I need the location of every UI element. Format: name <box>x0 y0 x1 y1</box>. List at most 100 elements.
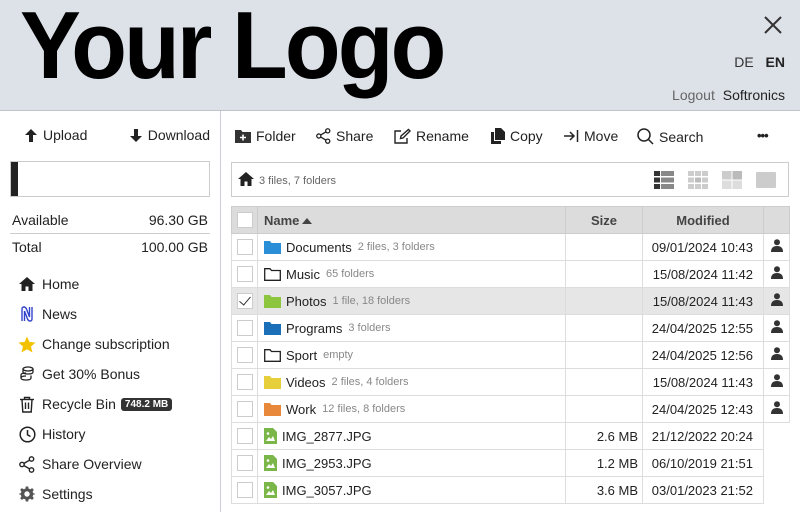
sidebar-item-subscription[interactable]: Change subscription <box>18 329 172 359</box>
row-checkbox[interactable] <box>236 401 253 417</box>
file-name[interactable]: Music <box>286 267 320 282</box>
table-row[interactable]: Programs 3 folders 24/04/2025 12:55 <box>231 314 790 342</box>
file-name[interactable]: Photos <box>286 294 326 309</box>
table-row[interactable]: IMG_2953.JPG 1.2 MB 06/10/2019 21:51 <box>231 449 790 477</box>
move-button[interactable]: Move <box>563 128 618 144</box>
breadcrumb: 3 files, 7 folders <box>231 162 789 197</box>
row-checkbox[interactable] <box>236 374 253 390</box>
row-select-cell <box>231 341 258 369</box>
row-checkbox[interactable] <box>236 482 253 498</box>
view-large-tiles-button[interactable] <box>720 170 744 190</box>
file-name[interactable]: Documents <box>286 240 352 255</box>
row-name-cell[interactable]: IMG_3057.JPG <box>257 476 566 504</box>
sidebar-item-home[interactable]: Home <box>18 269 172 299</box>
row-owner-cell[interactable] <box>763 233 790 261</box>
row-name-cell[interactable]: IMG_2953.JPG <box>257 449 566 477</box>
search-icon <box>637 128 654 145</box>
sidebar-item-news[interactable]: News <box>18 299 172 329</box>
table-row[interactable]: Sport empty 24/04/2025 12:56 <box>231 341 790 369</box>
file-modified: 24/04/2025 12:56 <box>651 347 753 363</box>
language-de[interactable]: DE <box>734 54 753 70</box>
sidebar-item-bonus[interactable]: Get 30% Bonus <box>18 359 172 389</box>
file-name[interactable]: IMG_3057.JPG <box>282 483 372 498</box>
row-checkbox[interactable] <box>236 347 253 363</box>
available-stat: Available 96.30 GB <box>12 212 208 228</box>
sidebar-item-recycle-bin[interactable]: Recycle Bin 748.2 MB <box>18 389 173 419</box>
file-name[interactable]: IMG_2953.JPG <box>282 456 372 471</box>
table-row[interactable]: IMG_3057.JPG 3.6 MB 03/01/2023 21:52 <box>231 476 790 504</box>
row-size-cell <box>565 395 643 423</box>
row-name-cell[interactable]: Photos 1 file, 18 folders <box>257 287 566 315</box>
view-details-button[interactable] <box>652 170 676 190</box>
search-label: Search <box>659 128 704 145</box>
row-owner-cell[interactable] <box>763 395 790 423</box>
user-area: Logout Softronics <box>672 87 785 103</box>
row-owner-cell[interactable] <box>763 368 790 396</box>
column-name-header[interactable]: Name <box>257 206 566 234</box>
row-name-cell[interactable]: Documents 2 files, 3 folders <box>257 233 566 261</box>
table-row[interactable]: IMG_2877.JPG 2.6 MB 21/12/2022 20:24 <box>231 422 790 450</box>
row-name-cell[interactable]: IMG_2877.JPG <box>257 422 566 450</box>
clock-icon <box>18 425 36 443</box>
close-button[interactable] <box>762 14 784 36</box>
logo[interactable]: Your Logo <box>20 0 446 94</box>
share-button[interactable]: Share <box>316 128 373 144</box>
table-row[interactable]: Documents 2 files, 3 folders 09/01/2024 10… <box>231 233 790 261</box>
column-modified-header[interactable]: Modified <box>642 206 764 234</box>
owner-icon <box>770 401 783 414</box>
row-name-cell[interactable]: Videos 2 files, 4 folders <box>257 368 566 396</box>
search-button[interactable]: Search <box>637 128 703 145</box>
row-checkbox[interactable] <box>236 239 253 255</box>
sidebar-item-label: Recycle Bin <box>42 396 116 412</box>
select-all-cell <box>231 206 258 234</box>
sidebar-item-history[interactable]: History <box>18 419 172 449</box>
view-preview-button[interactable] <box>754 170 778 190</box>
view-small-tiles-button[interactable] <box>686 170 710 190</box>
file-name[interactable]: Videos <box>286 375 326 390</box>
row-checkbox[interactable] <box>236 320 253 336</box>
row-checkbox[interactable] <box>236 266 253 282</box>
table-row[interactable]: Videos 2 files, 4 folders 15/08/2024 11:43 <box>231 368 790 396</box>
new-folder-button[interactable]: Folder <box>235 128 296 144</box>
column-size-header[interactable]: Size <box>565 206 643 234</box>
file-name[interactable]: IMG_2877.JPG <box>282 429 372 444</box>
upload-button[interactable]: Upload <box>10 127 93 143</box>
table-row[interactable]: Music 65 folders 15/08/2024 11:42 <box>231 260 790 288</box>
download-label: Download <box>147 127 210 143</box>
row-name-cell[interactable]: Music 65 folders <box>257 260 566 288</box>
row-modified-cell: 24/04/2025 12:56 <box>642 341 764 369</box>
row-owner-cell[interactable] <box>763 341 790 369</box>
row-name-cell[interactable]: Work 12 files, 8 folders <box>257 395 566 423</box>
quota-bar <box>10 161 210 197</box>
row-owner-cell[interactable] <box>763 314 790 342</box>
table-row[interactable]: Work 12 files, 8 folders 24/04/2025 12:43 <box>231 395 790 423</box>
breadcrumb-home[interactable] <box>237 171 255 192</box>
sidebar-item-settings[interactable]: Settings <box>18 479 172 509</box>
row-owner-cell[interactable] <box>763 260 790 288</box>
sidebar-item-share-overview[interactable]: Share Overview <box>18 449 172 479</box>
sort-ascending-icon <box>302 217 313 224</box>
row-owner-cell[interactable] <box>763 287 790 315</box>
new-folder-label: Folder <box>256 128 296 144</box>
row-checkbox[interactable] <box>236 428 253 444</box>
row-checkbox[interactable] <box>236 293 253 309</box>
select-all-checkbox[interactable] <box>236 212 253 228</box>
row-modified-cell: 21/12/2022 20:24 <box>642 422 764 450</box>
row-name-cell[interactable]: Programs 3 folders <box>257 314 566 342</box>
row-checkbox[interactable] <box>236 455 253 471</box>
table-row[interactable]: Photos 1 file, 18 folders 15/08/2024 11:43 <box>231 287 790 315</box>
file-name[interactable]: Work <box>286 402 316 417</box>
more-button[interactable]: ••• <box>757 128 769 143</box>
owner-icon <box>770 293 783 306</box>
file-name[interactable]: Programs <box>286 321 342 336</box>
folder-icon <box>264 240 281 254</box>
download-button[interactable]: Download <box>129 127 210 143</box>
row-name-cell[interactable]: Sport empty <box>257 341 566 369</box>
copy-button[interactable]: Copy <box>491 128 543 144</box>
view-switcher <box>652 170 788 190</box>
logout-link[interactable]: Logout <box>672 87 715 103</box>
file-name[interactable]: Sport <box>286 348 317 363</box>
language-en[interactable]: EN <box>766 54 785 70</box>
row-size-cell <box>565 260 643 288</box>
rename-button[interactable]: Rename <box>394 128 469 144</box>
